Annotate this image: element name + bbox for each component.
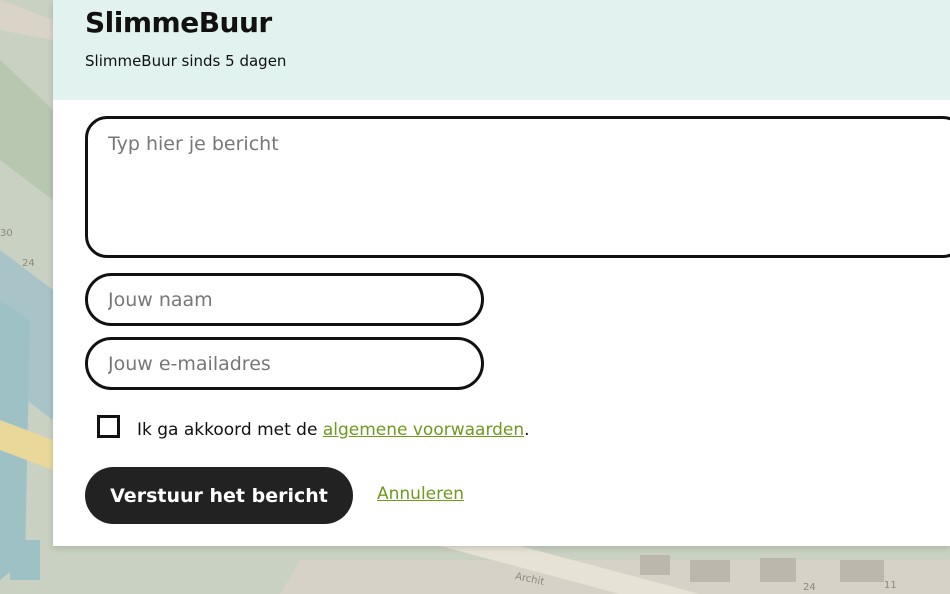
terms-suffix: . bbox=[524, 420, 530, 440]
terms-prefix: Ik ga akkoord met de bbox=[137, 420, 323, 440]
name-input[interactable] bbox=[85, 273, 484, 326]
map-label: 30 bbox=[0, 228, 13, 239]
panel-header: SlimmeBuur SlimmeBuur sinds 5 dagen bbox=[53, 0, 950, 100]
email-input[interactable] bbox=[85, 337, 484, 390]
terms-link[interactable]: algemene voorwaarden bbox=[323, 420, 524, 440]
map-label: 11 bbox=[884, 580, 897, 591]
terms-label: Ik ga akkoord met de algemene voorwaarde… bbox=[137, 420, 530, 440]
map-label: 24 bbox=[22, 258, 35, 269]
message-input[interactable] bbox=[85, 116, 950, 258]
cancel-link[interactable]: Annuleren bbox=[377, 484, 464, 504]
map-label: 24 bbox=[803, 582, 816, 593]
terms-checkbox[interactable] bbox=[97, 415, 120, 438]
contact-panel: SlimmeBuur SlimmeBuur sinds 5 dagen Ik g… bbox=[53, 0, 950, 546]
send-message-button[interactable]: Verstuur het bericht bbox=[85, 467, 353, 524]
page-title: SlimmeBuur bbox=[85, 6, 272, 39]
member-since-text: SlimmeBuur sinds 5 dagen bbox=[85, 52, 287, 70]
